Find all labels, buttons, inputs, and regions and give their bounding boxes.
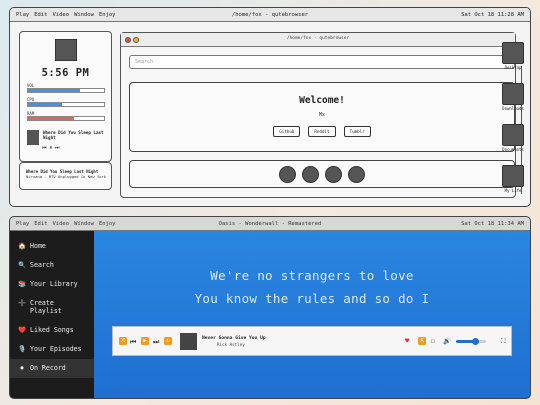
widget-clock: 5:56 PM: [41, 67, 90, 79]
dock-label: Documents: [502, 147, 524, 152]
menu-window[interactable]: Window: [74, 221, 94, 227]
sidebar-item-home[interactable]: 🏠 Home: [10, 237, 94, 256]
lyric-line: We're no strangers to love: [210, 268, 414, 283]
reddit-link[interactable]: Reddit: [308, 126, 336, 137]
sidebar-item-label: Create Playlist: [30, 299, 62, 315]
library-icon: 📚: [18, 280, 27, 288]
plus-icon: ➕: [18, 299, 27, 307]
menu-video[interactable]: Video: [53, 221, 70, 227]
album-art: [180, 333, 197, 350]
heart-icon: ❤️: [18, 326, 27, 334]
menu-play[interactable]: Play: [16, 221, 29, 227]
now-playing-subtitle: Nirvana - MTV Unplugged In New York: [26, 174, 107, 179]
widget-song-title: Where Did You Sleep Last Night: [43, 130, 104, 140]
menu-window[interactable]: Window: [74, 12, 94, 18]
fullscreen-icon[interactable]: ⛶: [501, 337, 506, 346]
folder-icon: [502, 83, 524, 105]
menu-enjoy[interactable]: Enjoy: [99, 221, 116, 227]
album-art: [55, 39, 77, 61]
menu-video[interactable]: Video: [53, 12, 70, 18]
next-icon[interactable]: ⏭: [55, 145, 60, 151]
music-player-window: Play Edit Video Window Enjoy Oasis - Won…: [9, 216, 531, 399]
play-icon[interactable]: ▶: [141, 337, 149, 345]
launcher-circle[interactable]: [348, 165, 365, 183]
sidebar-item-library[interactable]: 📚 Your Library: [10, 275, 94, 294]
previous-icon[interactable]: ⏮: [42, 145, 47, 151]
clock: Sat Oct 18 11:34 AM: [461, 220, 524, 227]
browser-title: /home/fox - qutebrowser: [286, 36, 350, 41]
username: Mx: [318, 112, 326, 118]
lyric-line: You know the rules and so do I: [194, 291, 430, 306]
volume-icon[interactable]: 🔊: [443, 337, 451, 345]
launcher-circle[interactable]: [279, 165, 296, 183]
sidebar-item-label: Your Episodes: [30, 345, 82, 353]
previous-icon[interactable]: ⏮: [130, 338, 136, 347]
sidebar-item-search[interactable]: 🔍 Search: [10, 256, 94, 275]
next-icon[interactable]: ⏭: [153, 338, 159, 347]
dock-item-documents[interactable]: Documents: [502, 124, 524, 152]
player-bar: ⤮ ⏮ ▶ ⏭ ↻ Never Gonna Give You Up Rick A…: [112, 326, 512, 356]
clock: Sat Oct 18 11:28 AM: [461, 11, 524, 18]
pause-icon[interactable]: ⏸: [50, 145, 53, 151]
dock-label: My Life: [504, 188, 522, 193]
volume-slider[interactable]: [456, 338, 486, 345]
sidebar-item-episodes[interactable]: 🎙️ Your Episodes: [10, 340, 94, 359]
sidebar-item-liked-songs[interactable]: ❤️ Liked Songs: [10, 321, 94, 340]
search-input[interactable]: [129, 55, 515, 69]
quick-launch-bar: [129, 160, 515, 188]
queue-icon[interactable]: ☐: [431, 337, 435, 345]
folder-icon: [502, 165, 524, 187]
player-artist: Rick Astley: [217, 342, 245, 347]
system-widget: 5:56 PM VOL CPU RAM Where Did You Sleep …: [19, 31, 112, 162]
top-menubar: Play Edit Video Window Enjoy /home/fox -…: [10, 8, 530, 22]
dock-item-desktop[interactable]: Desktop: [502, 42, 524, 70]
lyrics-view: We're no strangers to love You know the …: [94, 231, 530, 398]
launcher-circle[interactable]: [302, 165, 319, 183]
dock-label: Downloads: [502, 106, 524, 111]
top-window: Play Edit Video Window Enjoy /home/fox -…: [9, 7, 531, 207]
tumblr-link[interactable]: Tumblr: [343, 126, 371, 137]
record-icon: ⏺: [20, 364, 24, 372]
folder-icon: [502, 42, 524, 64]
dock-label: Desktop: [504, 65, 522, 70]
dock-item-downloads[interactable]: Downloads: [502, 83, 524, 111]
welcome-panel: Welcome! Mx Github Reddit Tumblr: [129, 82, 515, 152]
repeat-icon[interactable]: ↻: [164, 337, 172, 345]
sidebar-item-label: Your Library: [30, 280, 78, 288]
browser-titlebar: /home/fox - qutebrowser: [121, 33, 515, 47]
sidebar-item-label: Home: [30, 242, 46, 250]
menu-edit[interactable]: Edit: [34, 221, 47, 227]
menu-edit[interactable]: Edit: [34, 12, 47, 18]
sidebar-item-create-playlist[interactable]: ➕ Create Playlist: [10, 294, 94, 321]
github-link[interactable]: Github: [273, 126, 301, 137]
ram-bar: [27, 116, 105, 121]
player-song-title: Never Gonna Give You Up: [202, 336, 266, 341]
bottom-menubar: Play Edit Video Window Enjoy Oasis - Won…: [10, 217, 530, 231]
now-playing-card: Where Did You Sleep Last Night Nirvana -…: [19, 162, 112, 190]
sidebar-item-label: Liked Songs: [30, 326, 74, 334]
dock-item-my-life[interactable]: My Life: [502, 165, 524, 193]
mini-album-art: [27, 130, 39, 145]
lyrics-icon[interactable]: A: [418, 337, 426, 345]
heart-icon[interactable]: ♥: [405, 337, 409, 345]
browser-window: /home/fox - qutebrowser Welcome! Mx Gith…: [120, 32, 516, 198]
sidebar-item-label: Search: [30, 261, 54, 269]
welcome-heading: Welcome!: [299, 95, 345, 106]
sidebar-item-on-record[interactable]: ⏺ On Record: [10, 359, 94, 378]
menu-play[interactable]: Play: [16, 12, 29, 18]
microphone-icon: 🎙️: [18, 345, 27, 353]
menu-enjoy[interactable]: Enjoy: [99, 12, 116, 18]
vol-bar[interactable]: [27, 88, 105, 93]
sidebar-item-label: On Record: [30, 364, 66, 372]
launcher-circle[interactable]: [325, 165, 342, 183]
shuffle-icon[interactable]: ⤮: [119, 337, 127, 345]
cpu-bar: [27, 102, 105, 107]
sidebar: 🏠 Home 🔍 Search 📚 Your Library ➕ Create Play…: [10, 231, 94, 398]
search-icon: 🔍: [18, 261, 27, 269]
home-icon: 🏠: [18, 242, 27, 250]
folder-icon: [502, 124, 524, 146]
